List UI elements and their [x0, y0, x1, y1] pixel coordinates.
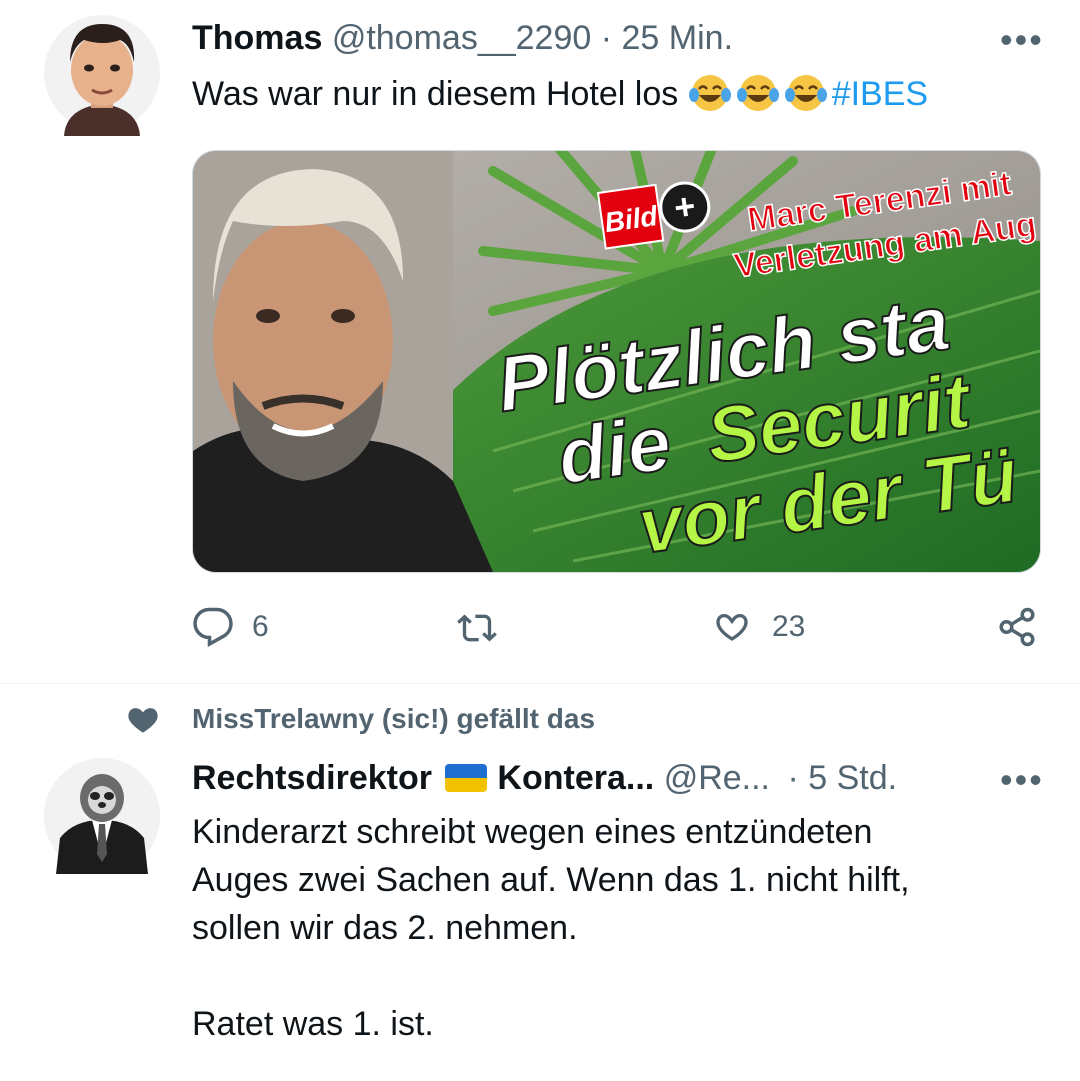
author-name-2b[interactable]: Kontera... — [497, 759, 654, 797]
tweet-line-3: sollen wir das 2. nehmen. — [192, 909, 578, 947]
face-with-tears-of-joy-icon — [736, 73, 780, 113]
author-name-2[interactable]: Rechtsdirektor — [192, 759, 432, 797]
reply-count: 6 — [252, 610, 269, 643]
user-avatar-thomas[interactable] — [44, 10, 160, 136]
face-with-tears-of-joy-icon — [688, 73, 732, 113]
heart-icon — [716, 613, 748, 641]
more-options-icon[interactable]: ••• — [1000, 762, 1044, 798]
timestamp-2[interactable]: 5 Std. — [808, 759, 897, 797]
social-context[interactable]: MissTrelawny (sic!) gefällt das — [126, 703, 595, 735]
ukraine-flag-icon — [445, 764, 488, 792]
author-handle-2[interactable]: @Re... — [664, 759, 770, 797]
tweet-media-image[interactable]: Bild + Marc Terenzi mit Verletzung am Au… — [192, 150, 1041, 573]
share-button[interactable] — [996, 606, 1038, 648]
tweet-line-1: Kinderarzt schreibt wegen eines entzünde… — [192, 813, 873, 851]
timestamp[interactable]: 25 Min. — [622, 19, 734, 57]
tweet-header-2: Rechtsdirektor Kontera... @Re... · 5 Std… — [192, 758, 897, 798]
tweet-line-2: Auges zwei Sachen auf. Wenn das 1. nicht… — [192, 861, 910, 899]
like-button[interactable]: 23 — [710, 606, 805, 648]
separator-dot: · — [600, 19, 613, 57]
author-name[interactable]: Thomas — [192, 19, 322, 57]
more-options-icon[interactable]: ••• — [1000, 22, 1044, 58]
tweet-line-4: Ratet was 1. ist. — [192, 1005, 434, 1043]
author-handle[interactable]: @thomas__2290 — [332, 19, 591, 57]
like-count: 23 — [772, 610, 806, 643]
share-icon — [999, 607, 1035, 647]
heart-filled-icon — [128, 708, 158, 733]
tweet-text-2: Kinderarzt schreibt wegen eines entzünde… — [192, 808, 1052, 1048]
separator-dot-2: · — [787, 759, 799, 797]
liked-by-text: MissTrelawny (sic!) gefällt das — [192, 703, 596, 734]
hashtag-link[interactable]: #IBES — [832, 75, 928, 113]
reply-button[interactable]: 6 — [192, 606, 269, 648]
retweet-icon — [457, 614, 497, 642]
tweet-text: Was war nur in diesem Hotel los #IBES — [192, 70, 928, 118]
reply-icon — [193, 607, 233, 647]
tweet-divider — [0, 683, 1080, 684]
user-avatar-rechtsdirektor[interactable] — [44, 758, 160, 874]
tweet-header: Thomas @thomas__2290 · 25 Min. — [192, 18, 733, 58]
face-with-tears-of-joy-icon — [784, 73, 828, 113]
retweet-button[interactable] — [455, 608, 517, 648]
tweet-body: Was war nur in diesem Hotel los — [192, 75, 679, 113]
